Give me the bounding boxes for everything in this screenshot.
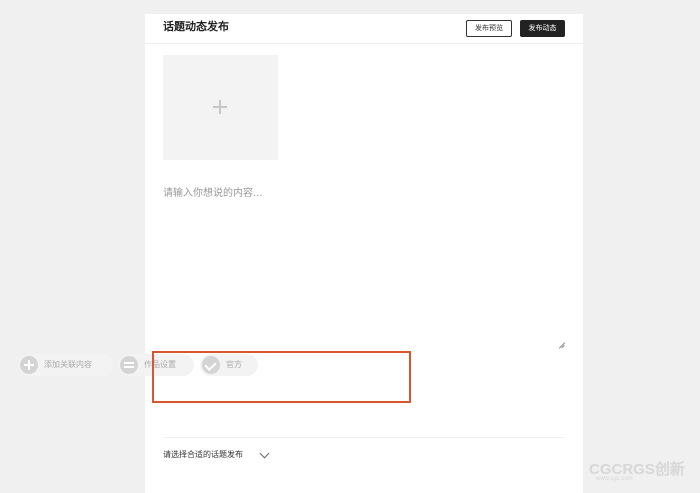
preview-button[interactable]: 发布预览 bbox=[466, 20, 512, 37]
work-settings-label: 作品设置 bbox=[144, 360, 176, 369]
image-upload-box[interactable] bbox=[163, 55, 278, 160]
content-input[interactable] bbox=[163, 186, 567, 348]
panel-header: 话题动态发布 发布预览 发布动态 bbox=[145, 14, 583, 44]
official-label: 官方 bbox=[226, 360, 242, 369]
page-title: 话题动态发布 bbox=[163, 20, 229, 33]
add-related-content-label: 添加关联内容 bbox=[44, 360, 92, 369]
divider bbox=[163, 437, 565, 438]
add-circle-icon bbox=[20, 356, 38, 374]
publish-button[interactable]: 发布动态 bbox=[520, 20, 565, 37]
settings-icon bbox=[120, 356, 138, 374]
topic-select-label: 请选择合适的话题发布 bbox=[163, 450, 243, 459]
add-related-content-button[interactable]: 添加关联内容 bbox=[18, 354, 113, 376]
check-icon bbox=[202, 356, 220, 374]
chevron-down-icon bbox=[259, 448, 270, 459]
topic-select[interactable]: 请选择合适的话题发布 bbox=[163, 448, 273, 462]
work-settings-button[interactable]: 作品设置 bbox=[118, 354, 194, 376]
plus-icon bbox=[213, 100, 227, 114]
official-button[interactable]: 官方 bbox=[200, 354, 258, 376]
watermark-url: www.cgc.com bbox=[596, 476, 633, 482]
resize-handle[interactable] bbox=[557, 340, 565, 348]
publish-panel: 话题动态发布 发布预览 发布动态 请选择合适的话题发布 bbox=[145, 14, 583, 493]
